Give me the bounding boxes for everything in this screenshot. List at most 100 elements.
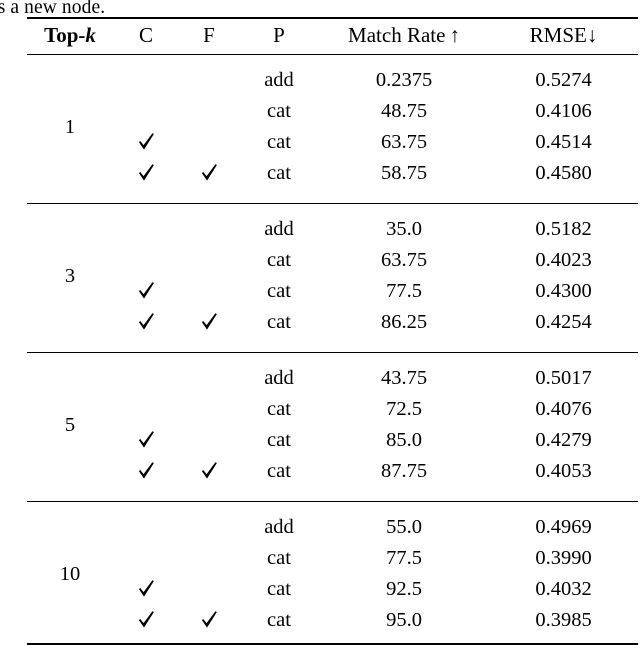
arrow-up-icon: ↑ [449, 23, 460, 47]
column-header-f: F [179, 19, 239, 55]
cell-match-rate: 35.0 [386, 218, 422, 241]
table-row: 1 add 0.2375 0.5274 [27, 65, 638, 137]
cell-f [179, 245, 239, 276]
cell-f [179, 214, 239, 245]
cell-f [179, 276, 239, 307]
cell-f [179, 127, 239, 158]
group-bottom-pad [27, 189, 638, 196]
table-row: 10 add 55.0 0.4969 [27, 512, 638, 584]
column-header-rmse: RMSE↓ [489, 19, 638, 55]
cell-c [113, 96, 179, 127]
cell-match-rate: 77.5 [386, 547, 422, 570]
cell-match-rate: 63.75 [380, 131, 428, 154]
cell-rmse: 0.4300 [535, 280, 592, 303]
cell-rmse: 0.4279 [535, 429, 592, 452]
group-label-topk: 10 [59, 562, 81, 585]
cell-c [113, 65, 179, 96]
cell-match-rate: 0.2375 [375, 69, 433, 92]
table-row: cat 77.5 0.4300 [27, 276, 638, 307]
cell-f [179, 96, 239, 127]
table-row: cat 95.0 0.3985 [27, 605, 638, 636]
table-row: cat 87.75 0.4053 [27, 456, 638, 487]
table-row: cat 58.75 0.4580 [27, 158, 638, 189]
table-row: cat 92.5 0.4032 [27, 574, 638, 605]
checkmark-icon [201, 312, 218, 331]
checkmark-icon [138, 610, 155, 629]
cell-f [179, 574, 239, 605]
checkmark-icon [138, 132, 155, 151]
cell-c [113, 394, 179, 425]
cell-rmse: 0.4032 [535, 578, 592, 601]
cell-match-rate: 72.5 [386, 398, 422, 421]
checkmark-icon [138, 312, 155, 331]
cell-p: cat [267, 162, 291, 185]
table-row: cat 77.5 0.3990 [27, 543, 638, 574]
checkmark-icon [138, 579, 155, 598]
group-spacer [27, 196, 638, 204]
cell-match-rate: 55.0 [386, 516, 422, 539]
cell-p: add [264, 367, 294, 390]
cell-c [113, 425, 179, 456]
group-bottom-pad [27, 487, 638, 494]
column-header-match-text: Match Rate [348, 23, 446, 47]
checkmark-icon [201, 461, 218, 480]
cell-f [179, 512, 239, 543]
document-page: as a new node. Top-k C F P Match Rate ↑ R… [0, 0, 640, 645]
cell-p: cat [267, 100, 291, 123]
cell-f [179, 158, 239, 189]
cell-p: cat [267, 609, 291, 632]
table-body: 1 add 0.2375 0.5274 cat 48.75 0.4106 cat 63.75 0.… [27, 55, 638, 644]
group-top-pad [27, 204, 638, 214]
table-row: 5 add 43.75 0.5017 [27, 363, 638, 435]
group-bottom-pad [27, 338, 638, 345]
cell-rmse: 0.4580 [535, 162, 592, 185]
group-label-topk: 5 [64, 413, 76, 436]
cell-rmse: 0.4514 [535, 131, 592, 154]
column-header-match-rate: Match Rate ↑ [319, 19, 489, 55]
group-top-pad [27, 502, 638, 512]
cell-f [179, 394, 239, 425]
cell-p: cat [267, 311, 291, 334]
table-row: cat 72.5 0.4076 [27, 394, 638, 425]
cell-match-rate: 63.75 [380, 249, 428, 272]
cell-rmse: 0.5182 [535, 218, 592, 241]
cell-c [113, 543, 179, 574]
group-spacer [27, 494, 638, 502]
cell-rmse: 0.5274 [535, 69, 592, 92]
column-header-p: P [239, 19, 319, 55]
column-header-c: C [113, 19, 179, 55]
table-row: cat 86.25 0.4254 [27, 307, 638, 338]
column-header-topk-text: Top-k [44, 23, 96, 47]
group-spacer [27, 345, 638, 353]
cell-c [113, 307, 179, 338]
column-header-topk: Top-k [27, 19, 113, 55]
cell-f [179, 456, 239, 487]
cell-p: cat [267, 460, 291, 483]
table-row: 3 add 35.0 0.5182 [27, 214, 638, 286]
cell-c [113, 363, 179, 394]
cell-c [113, 512, 179, 543]
cell-c [113, 605, 179, 636]
group-label-topk: 3 [64, 264, 76, 287]
checkmark-icon [201, 163, 218, 182]
results-table: Top-k C F P Match Rate ↑ RMSE↓ 1 add 0.2375… [27, 17, 638, 645]
cell-rmse: 0.4254 [535, 311, 592, 334]
cell-c [113, 158, 179, 189]
cell-rmse: 0.4076 [535, 398, 592, 421]
cell-match-rate: 86.25 [380, 311, 428, 334]
cell-match-rate: 95.0 [386, 609, 422, 632]
cell-rmse: 0.5017 [535, 367, 592, 390]
cell-p: cat [267, 131, 291, 154]
group-top-pad [27, 55, 638, 65]
cell-rmse: 0.4023 [535, 249, 592, 272]
cell-match-rate: 43.75 [380, 367, 428, 390]
cell-rmse: 0.3990 [535, 547, 592, 570]
cell-match-rate: 48.75 [380, 100, 428, 123]
checkmark-icon [138, 163, 155, 182]
column-header-f-text: F [203, 23, 215, 47]
cell-p: cat [267, 429, 291, 452]
table-row: cat 63.75 0.4023 [27, 245, 638, 276]
cell-p: cat [267, 398, 291, 421]
cell-c [113, 276, 179, 307]
cell-c [113, 127, 179, 158]
